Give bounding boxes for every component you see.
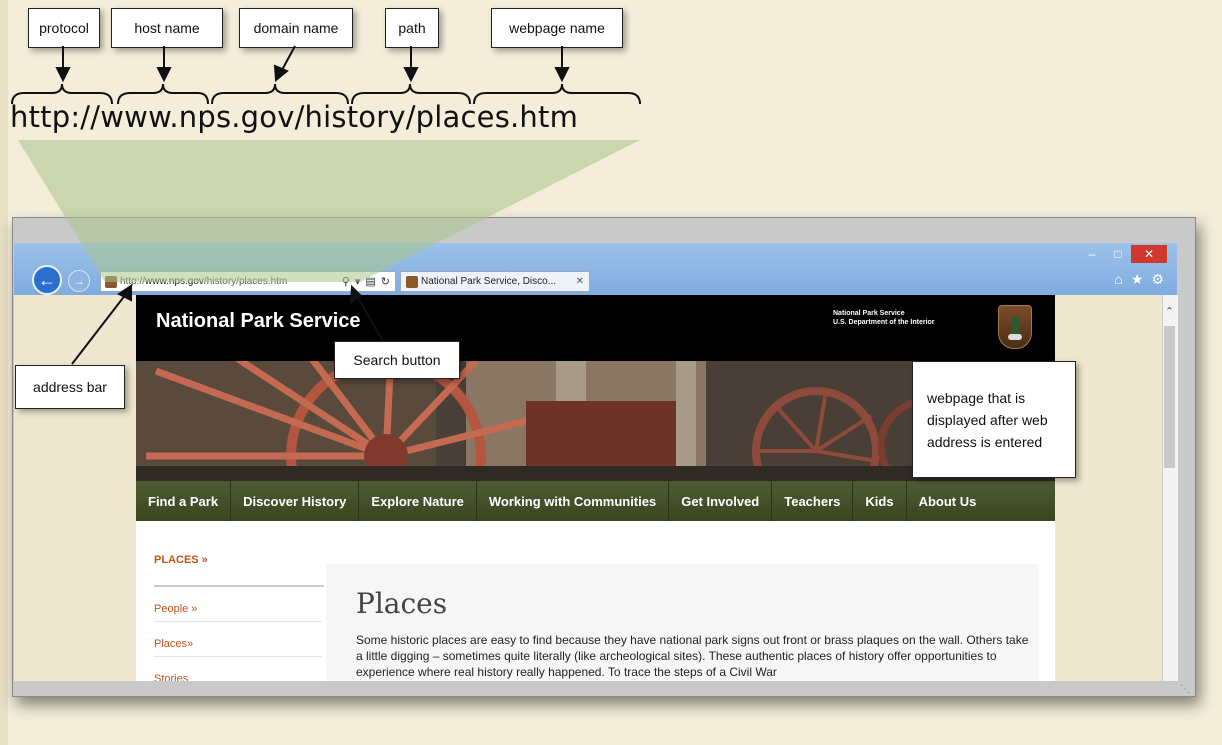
nav-kids[interactable]: Kids xyxy=(853,481,907,521)
address-bar[interactable]: http://www.nps.gov/history/places.htm ⚲ … xyxy=(100,271,396,292)
nps-favicon-icon xyxy=(406,275,418,288)
compatibility-icon[interactable]: ▤ xyxy=(365,275,375,288)
nav-find-a-park[interactable]: Find a Park xyxy=(136,481,232,521)
domain-name-label: domain name xyxy=(239,8,353,48)
nav-explore-nature[interactable]: Explore Nature xyxy=(359,481,477,521)
sidebar-item-people[interactable]: People » xyxy=(154,603,322,622)
scroll-up-icon[interactable]: ⌃ xyxy=(1162,305,1177,318)
home-icon[interactable]: ⌂ xyxy=(1114,271,1122,288)
refresh-icon[interactable]: ↻ xyxy=(381,275,390,288)
places-breadcrumb[interactable]: PLACES » xyxy=(154,554,208,566)
nav-teachers[interactable]: Teachers xyxy=(772,481,854,521)
browser-tab[interactable]: National Park Service, Disco... ✕ xyxy=(400,271,590,292)
address-bar-label: address bar xyxy=(15,365,125,409)
dropdown-icon[interactable]: ▾ xyxy=(355,275,361,288)
nav-get-involved[interactable]: Get Involved xyxy=(669,481,773,521)
nps-arrowhead-logo[interactable] xyxy=(998,305,1032,349)
agency-text: National Park Service U.S. Department of… xyxy=(833,310,935,326)
minimize-icon[interactable]: – xyxy=(1079,245,1105,263)
window-controls: – □ ✕ xyxy=(1079,245,1167,263)
host-name-label: host name xyxy=(111,8,223,48)
favorites-star-icon[interactable]: ★ xyxy=(1131,271,1144,288)
maximize-icon[interactable]: □ xyxy=(1105,245,1131,263)
site-title[interactable]: National Park Service xyxy=(156,310,361,333)
resize-grip-icon[interactable]: ⋱ xyxy=(1180,684,1190,695)
sidebar-divider xyxy=(154,585,324,587)
tab-close-icon[interactable]: ✕ xyxy=(576,276,584,287)
nps-webpage: National Park Service National Park Serv… xyxy=(136,295,1055,681)
webpage-displayed-label: webpage that is displayed after web addr… xyxy=(912,361,1076,478)
settings-gear-icon[interactable]: ⚙ xyxy=(1151,271,1164,288)
page-body-text: Some historic places are easy to find be… xyxy=(356,633,1029,679)
annotated-url: http://www.nps.gov/history/places.htm xyxy=(10,100,579,134)
search-button-label: Search button xyxy=(334,341,460,379)
site-nav-bar: Find a Park Discover History Explore Nat… xyxy=(136,481,1055,521)
nav-about-us[interactable]: About Us xyxy=(907,481,989,521)
path-label: path xyxy=(385,8,439,48)
tab-title: National Park Service, Disco... xyxy=(421,276,557,287)
scrollbar-thumb[interactable] xyxy=(1164,326,1175,468)
protocol-label: protocol xyxy=(28,8,100,48)
site-header: National Park Service National Park Serv… xyxy=(136,295,1055,361)
browser-right-icons: ⌂ ★ ⚙ xyxy=(1114,271,1164,288)
close-icon[interactable]: ✕ xyxy=(1131,245,1167,263)
back-arrow-icon[interactable]: ← xyxy=(32,265,62,295)
webpage-name-label: webpage name xyxy=(491,8,623,48)
left-margin-strip xyxy=(0,0,8,745)
sidebar-item-stories[interactable]: Stories xyxy=(154,673,322,681)
nav-discover-history[interactable]: Discover History xyxy=(231,481,360,521)
address-url[interactable]: http://www.nps.gov/history/places.htm xyxy=(120,276,342,287)
sidebar-item-places[interactable]: Places» xyxy=(154,638,322,657)
page-heading: Places xyxy=(356,587,448,620)
nps-favicon-icon xyxy=(105,275,117,288)
search-icon[interactable]: ⚲ xyxy=(342,275,350,288)
nav-working-with-communities[interactable]: Working with Communities xyxy=(477,481,670,521)
forward-arrow-icon[interactable]: → xyxy=(68,270,90,292)
